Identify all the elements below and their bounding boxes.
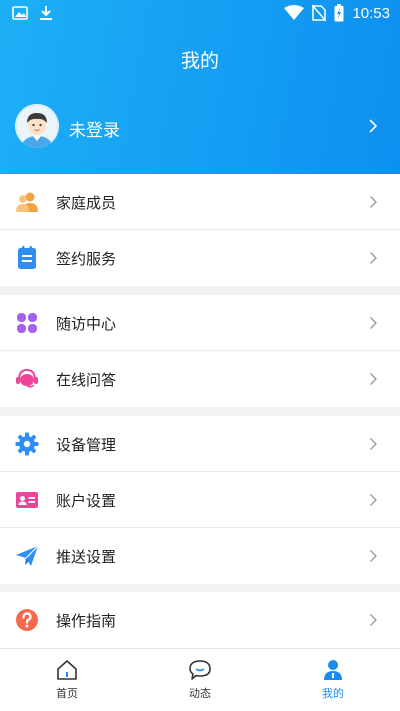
- chevron-right-icon: [370, 252, 377, 264]
- login-status-label: 未登录: [69, 121, 120, 141]
- menu-item-label: 随访中心: [56, 315, 117, 333]
- chat-bubble-icon: [189, 660, 211, 680]
- id-card-icon: [16, 492, 38, 508]
- menu-item-label: 账户设置: [56, 492, 117, 510]
- menu-item-label: 签约服务: [56, 250, 117, 268]
- profile-row[interactable]: 未登录: [0, 104, 400, 150]
- menu-item-family-members[interactable]: 家庭成员: [0, 174, 400, 230]
- chevron-right-icon: [370, 373, 377, 385]
- menu-item-device-management[interactable]: 设备管理: [0, 416, 400, 472]
- menu-item-label: 设备管理: [56, 436, 117, 454]
- wifi-icon: [284, 5, 305, 20]
- tab-label: 首页: [56, 687, 78, 700]
- person-icon: [324, 660, 342, 680]
- menu-item-label: 家庭成员: [56, 194, 117, 212]
- avatar: [15, 104, 59, 148]
- family-members-icon: [16, 192, 38, 212]
- menu-group-family: 家庭成员 签约服务: [0, 174, 400, 286]
- chevron-right-icon: [370, 438, 377, 450]
- download-icon: [40, 6, 52, 20]
- page-title: 我的: [180, 50, 219, 72]
- chevron-right-icon: [370, 196, 377, 208]
- chevron-right-icon: [370, 494, 377, 506]
- online-qa-icon: [16, 368, 38, 388]
- menu-item-online-qa[interactable]: 在线问答: [0, 351, 400, 407]
- menu-group-guide: 操作指南: [0, 592, 400, 648]
- menu-item-account-settings[interactable]: 账户设置: [0, 472, 400, 528]
- question-mark-icon: [16, 609, 38, 631]
- menu-group-follow-up: 随访中心 在线问答: [0, 295, 400, 407]
- no-sim-icon: [312, 5, 327, 21]
- follow-up-center-icon: [17, 313, 37, 333]
- status-time: 10:53: [352, 4, 390, 22]
- chevron-right-icon: [370, 550, 377, 562]
- contract-service-icon: [18, 246, 36, 269]
- menu-item-label: 在线问答: [56, 371, 117, 389]
- battery-charging-icon: [334, 4, 344, 22]
- tab-label: 动态: [189, 687, 211, 700]
- paper-plane-icon: [16, 545, 39, 566]
- image-notification-icon: [12, 6, 28, 20]
- gear-icon: [15, 432, 39, 456]
- header: 10:53 我的 未登录: [0, 0, 400, 174]
- menu-item-label: 操作指南: [56, 612, 117, 630]
- tab-mine[interactable]: 我的: [293, 659, 373, 701]
- chevron-right-icon: [370, 614, 377, 626]
- chevron-right-icon: [369, 119, 378, 133]
- chevron-right-icon: [370, 317, 377, 329]
- bottom-tab-bar: 首页 动态 我的: [0, 648, 400, 711]
- menu-item-label: 推送设置: [56, 548, 117, 566]
- tab-label: 我的: [322, 687, 344, 700]
- tab-home[interactable]: 首页: [27, 659, 107, 701]
- status-bar: 10:53: [0, 0, 400, 28]
- menu-item-push-settings[interactable]: 推送设置: [0, 528, 400, 584]
- menu-item-contract-service[interactable]: 签约服务: [0, 230, 400, 286]
- tab-activity[interactable]: 动态: [160, 659, 240, 701]
- menu-item-operation-guide[interactable]: 操作指南: [0, 592, 400, 648]
- menu-item-follow-up-center[interactable]: 随访中心: [0, 295, 400, 351]
- menu-group-settings: 设备管理 账户设置 推送设置: [0, 416, 400, 584]
- home-icon: [57, 660, 77, 680]
